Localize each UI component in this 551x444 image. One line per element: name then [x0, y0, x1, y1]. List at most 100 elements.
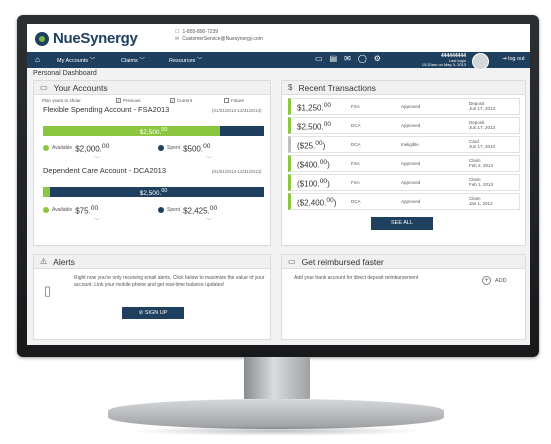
- available-amount: $75.00: [75, 205, 98, 216]
- account-name[interactable]: Flexible Spending Account - FSA2013: [43, 106, 203, 114]
- sign-up-label: SIGN UP: [144, 310, 168, 316]
- transaction-amount-cents: 00: [319, 159, 328, 166]
- contact-email[interactable]: CustomerService@Nuesynergy.com: [182, 36, 263, 43]
- your-accounts-title: Your Accounts: [53, 82, 108, 93]
- email-icon: ✉: [175, 36, 180, 42]
- transaction-row[interactable]: $2,500.00 DCA Approved Deposit Jun 17, 2013: [288, 117, 520, 134]
- main-nav: ⌂ My Accounts ﹀ Claims ﹀ Resources ﹀ ▭ ▤…: [27, 52, 530, 70]
- spent-amount-cents: 00: [203, 143, 211, 150]
- transaction-row[interactable]: ($2,400.00) DCA Approved Claim Jan 1, 2013: [288, 193, 520, 210]
- check-circle-icon: ⊘: [138, 310, 144, 316]
- monitor-neck: [244, 357, 310, 399]
- alerts-text: Right now you're only receiving email al…: [74, 275, 265, 288]
- transaction-type: DCA: [351, 199, 361, 204]
- transaction-date: Jun 17, 2013: [469, 106, 496, 111]
- transaction-kind: Card Jun 17, 2013: [469, 139, 495, 150]
- transaction-amount-close: ): [327, 160, 330, 170]
- available-amount-value: $75.: [75, 206, 91, 216]
- chat-icon[interactable]: ◯: [358, 54, 367, 63]
- transaction-amount-cents: 00: [323, 121, 332, 128]
- nav-claims-label: Claims: [121, 58, 138, 64]
- transaction-row[interactable]: ($400.00) FSA Approved Claim Feb 2, 2013: [288, 155, 520, 172]
- checkbox-unchecked-icon[interactable]: [224, 98, 229, 103]
- transaction-amount-value: $2,500.: [297, 122, 324, 132]
- transaction-amount: ($25.00): [297, 140, 325, 151]
- spent-dot-icon: [158, 145, 164, 152]
- gear-icon[interactable]: ⚙: [374, 54, 381, 63]
- page-title: Personal Dashboard: [33, 70, 97, 77]
- wallet-icon: ▭: [40, 83, 48, 92]
- mobile-icon[interactable]: ▭: [315, 54, 323, 63]
- recent-transactions-panel: $ Recent Transactions $1,250.00 FSA Approv…: [281, 80, 526, 246]
- warning-icon: ⚠: [40, 257, 48, 266]
- nav-my-accounts-label: My Accounts: [57, 58, 89, 64]
- bank-card-icon: ▭: [288, 257, 296, 266]
- reimbursed-panel: ▭ Get reimbursed faster Add your bank ac…: [281, 254, 526, 340]
- home-icon[interactable]: ⌂: [35, 55, 40, 64]
- chevron-down-icon[interactable]: ﹀: [206, 154, 212, 163]
- top-bar: NueSynergy ☐ 1-855-890-7239 ✉ CustomerServ…: [27, 24, 530, 52]
- chevron-down-icon[interactable]: ﹀: [206, 216, 212, 225]
- transaction-amount: ($2,400.00): [297, 197, 336, 208]
- reimbursed-text: Add your bank account for direct deposit…: [294, 275, 419, 281]
- transaction-amount-value: ($100.: [297, 179, 320, 189]
- transaction-amount-value: ($400.: [297, 160, 320, 170]
- document-icon[interactable]: ▤: [330, 54, 338, 63]
- transaction-kind: Claim Jan 1, 2013: [469, 196, 493, 207]
- recent-transactions-title: Recent Transactions: [298, 82, 376, 93]
- nav-claims[interactable]: Claims ﹀: [121, 56, 145, 64]
- account-name[interactable]: Dependent Care Account - DCA2013: [43, 167, 203, 175]
- plan-option-future[interactable]: Future: [224, 98, 244, 103]
- transaction-kind: Claim Feb 2, 2013: [469, 158, 493, 169]
- spent-label: Spent: [167, 145, 181, 152]
- transaction-date: Jun 17, 2013: [469, 125, 496, 130]
- spent-legend: Spent $500.00: [158, 143, 211, 154]
- plan-years-label: Plan years to show:: [42, 98, 82, 103]
- account-balance: $2,500.00: [43, 127, 264, 136]
- transaction-row[interactable]: ($100.00) FSA Approved Claim Feb 1, 2013: [288, 174, 520, 191]
- checkbox-checked-icon[interactable]: ✓: [170, 98, 175, 103]
- add-bank-account-button[interactable]: + ADD: [482, 276, 507, 285]
- account-balance-bar: $2,500.00: [43, 126, 264, 136]
- checkbox-checked-icon[interactable]: ✓: [116, 98, 121, 103]
- plan-option-current[interactable]: ✓ Current: [170, 98, 192, 103]
- transaction-amount-value: ($2,400.: [297, 198, 327, 208]
- nav-icon-group: ▭ ▤ ✉ ◯ ⚙: [315, 54, 381, 63]
- dollar-icon: $: [288, 83, 293, 92]
- sign-up-button[interactable]: ⊘ SIGN UP: [122, 307, 184, 319]
- mail-icon[interactable]: ✉: [344, 54, 351, 63]
- chevron-down-icon[interactable]: ﹀: [94, 216, 100, 225]
- chevron-down-icon[interactable]: ﹀: [94, 154, 100, 163]
- available-amount-value: $2,000.: [75, 144, 102, 154]
- plan-option-label: Future: [231, 98, 245, 103]
- reimbursed-header: ▭ Get reimbursed faster: [282, 255, 525, 269]
- account-balance-value: $2,500.: [139, 190, 162, 198]
- account-dates: (01/01/2013-12/31/2013): [212, 108, 262, 113]
- brand-logo-mark-icon: [35, 31, 49, 46]
- account-dates: (01/01/2013-12/31/2013): [212, 169, 262, 174]
- logout-icon: ⇥: [502, 56, 507, 62]
- transaction-row[interactable]: $1,250.00 FSA Approved Deposit Jun 17, 2013: [288, 98, 520, 115]
- spent-amount-value: $2,425.: [183, 206, 210, 216]
- brand-logo[interactable]: NueSynergy: [35, 30, 138, 47]
- add-label: ADD: [495, 277, 507, 284]
- transaction-kind: Deposit Jun 17, 2013: [469, 101, 495, 112]
- transaction-row[interactable]: ($25.00) DCA Ineligible Card Jun 17, 2013: [288, 136, 520, 153]
- monitor-base-shadow: [128, 426, 424, 436]
- plan-option-previous[interactable]: ✓ Previous: [116, 98, 141, 103]
- account-balance-value: $2,500.: [139, 129, 162, 137]
- transaction-amount-cents: 00: [326, 197, 334, 204]
- nav-resources[interactable]: Resources ﹀: [169, 56, 202, 64]
- transaction-kind-label: Deposit: [469, 100, 485, 106]
- see-all-button[interactable]: SEE ALL: [371, 217, 433, 230]
- avatar[interactable]: [472, 53, 489, 70]
- transaction-date: Jan 1, 2013: [469, 201, 493, 206]
- nav-my-accounts[interactable]: My Accounts ﹀: [57, 56, 95, 64]
- transaction-amount: $2,500.00: [297, 121, 331, 132]
- transaction-type: FSA: [351, 161, 360, 166]
- transaction-status: Approved: [401, 123, 421, 128]
- logout-link[interactable]: ⇥ log out: [502, 56, 525, 62]
- account-balance-cents: 00: [161, 127, 168, 133]
- transaction-type: DCA: [351, 123, 361, 128]
- transaction-date: Feb 1, 2013: [469, 182, 494, 187]
